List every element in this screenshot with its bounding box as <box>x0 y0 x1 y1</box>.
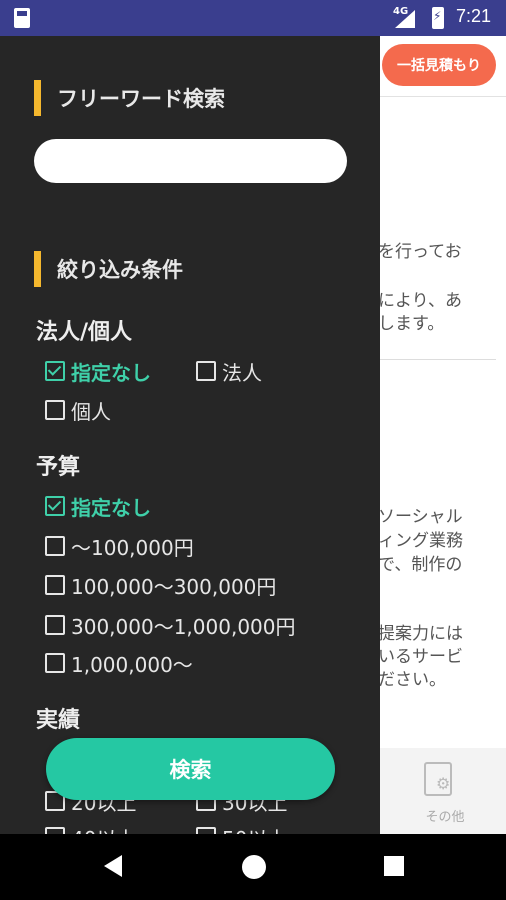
body-text: ィング業務 <box>380 531 463 551</box>
checkbox-icon <box>196 361 216 381</box>
option-label: 指定なし <box>71 360 151 385</box>
checkbox-checked-icon <box>45 361 65 381</box>
body-text: を行ってお <box>380 242 462 262</box>
checkbox-icon <box>45 827 65 834</box>
option-label: 300,000〜1,000,000円 <box>71 614 296 639</box>
home-icon[interactable] <box>242 855 266 879</box>
section-accent-bar <box>34 80 41 116</box>
budget-option-100k-300k[interactable]: 100,000〜300,000円 <box>45 570 276 600</box>
filter-drawer: フリーワード検索 絞り込み条件 法人/個人 指定なし 法人 個人 予算 指定なし… <box>0 36 380 834</box>
app-header: 一括見積もり <box>380 36 506 97</box>
checkbox-icon <box>45 536 65 556</box>
budget-option-300k-1m[interactable]: 300,000〜1,000,000円 <box>45 610 296 640</box>
option-label: 個人 <box>71 399 111 424</box>
record-option-50[interactable]: 50以上 <box>196 822 287 834</box>
entity-group-label: 法人/個人 <box>36 320 133 345</box>
budget-group-label: 予算 <box>36 455 81 480</box>
checkbox-icon <box>196 827 216 834</box>
divider <box>380 359 496 360</box>
tab-bar: その他 <box>380 748 506 834</box>
entity-option-none[interactable]: 指定なし <box>45 356 151 386</box>
search-button[interactable]: 検索 <box>46 738 335 800</box>
body-text: ださい。 <box>380 670 446 690</box>
network-type: 4G <box>393 6 409 17</box>
status-time: 7:21 <box>456 6 492 26</box>
body-text: ソーシャル <box>380 507 463 527</box>
battery-charging-icon <box>432 7 444 29</box>
body-text: 提案力には <box>380 624 463 644</box>
section-accent-bar <box>34 251 41 287</box>
entity-option-individual[interactable]: 個人 <box>45 395 111 425</box>
checkbox-checked-icon <box>45 496 65 516</box>
checkbox-icon <box>45 653 65 673</box>
option-label: 指定なし <box>71 495 151 520</box>
option-label: 1,000,000〜 <box>71 652 193 677</box>
bulk-quote-button[interactable]: 一括見積もり <box>382 44 496 86</box>
budget-option-over-1m[interactable]: 1,000,000〜 <box>45 648 193 678</box>
body-text: いるサービ <box>380 647 463 667</box>
document-gear-icon <box>424 762 452 796</box>
checkbox-icon <box>45 575 65 595</box>
filter-title-text: 絞り込み条件 <box>57 258 183 282</box>
freeword-title-text: フリーワード検索 <box>57 87 225 111</box>
record-group-label: 実績 <box>36 708 81 733</box>
freeword-section-title: フリーワード検索 <box>34 80 225 116</box>
status-bar: 4G 7:21 <box>0 0 506 36</box>
recent-apps-icon[interactable] <box>384 856 404 876</box>
sd-card-icon <box>14 8 30 28</box>
background-app: 一括見積もり を行ってお により、あ します。 ソーシャル ィング業務 で、制作… <box>380 36 506 834</box>
body-text: により、あ <box>380 291 462 311</box>
budget-option-under-100k[interactable]: 〜100,000円 <box>45 531 194 561</box>
checkbox-icon <box>45 615 65 635</box>
option-label: 100,000〜300,000円 <box>71 574 277 599</box>
budget-option-none[interactable]: 指定なし <box>45 491 151 521</box>
freeword-search-input[interactable] <box>34 139 347 183</box>
body-text: します。 <box>380 314 445 334</box>
option-label: 50以上 <box>222 823 287 835</box>
option-label: 法人 <box>222 360 262 385</box>
option-label: 〜100,000円 <box>71 535 194 560</box>
system-navigation-bar <box>0 834 506 900</box>
record-option-40[interactable]: 40以上 <box>45 822 136 834</box>
checkbox-icon <box>45 400 65 420</box>
option-label: 40以上 <box>71 823 136 835</box>
body-text: で、制作の <box>380 555 463 575</box>
tab-other-label: その他 <box>425 810 465 825</box>
back-icon[interactable] <box>104 855 122 877</box>
filter-section-title: 絞り込み条件 <box>34 251 183 287</box>
entity-option-corporation[interactable]: 法人 <box>196 356 262 386</box>
